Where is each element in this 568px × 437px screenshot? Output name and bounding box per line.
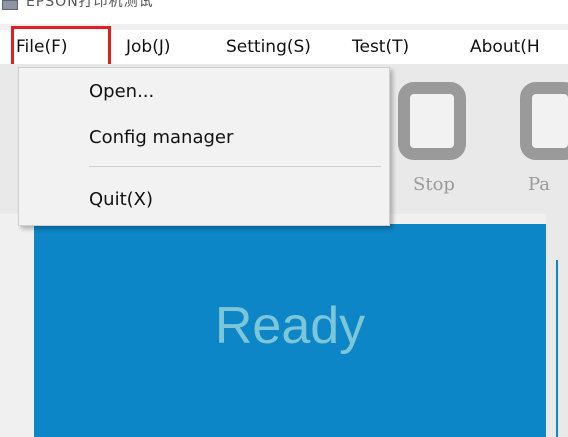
- menu-item-config-manager-label: Config manager: [89, 127, 234, 148]
- menu-item-quit-label: Quit(X): [89, 189, 154, 210]
- menu-setting[interactable]: Setting(S): [226, 30, 311, 64]
- menu-job[interactable]: Job(J): [126, 30, 170, 64]
- pause-button-label[interactable]: Pa: [528, 174, 550, 195]
- title-bar: EPSON打印机测试: [0, 0, 568, 24]
- menu-item-open-label: Open...: [89, 81, 155, 102]
- menu-about[interactable]: About(H: [470, 30, 540, 64]
- status-panel: Ready: [34, 224, 546, 437]
- stop-square-icon[interactable]: [398, 82, 466, 160]
- menu-separator: [89, 166, 381, 167]
- pause-icon[interactable]: [520, 82, 568, 160]
- status-text: Ready: [214, 297, 366, 355]
- menu-item-quit[interactable]: Quit(X): [19, 184, 389, 216]
- menu-file[interactable]: File(F): [16, 30, 68, 64]
- file-dropdown-menu: Open... Config manager Quit(X): [18, 67, 390, 226]
- menu-test[interactable]: Test(T): [352, 30, 409, 64]
- window-title: EPSON打印机测试: [26, 0, 154, 10]
- right-panel-line: [556, 260, 558, 437]
- menu-item-config-manager[interactable]: Config manager: [19, 122, 389, 154]
- app-icon: [2, 0, 18, 10]
- menu-item-open[interactable]: Open...: [19, 76, 389, 108]
- menu-bar: File(F) Job(J) Setting(S) Test(T) About(…: [0, 30, 568, 64]
- stop-button-label[interactable]: Stop: [413, 174, 455, 195]
